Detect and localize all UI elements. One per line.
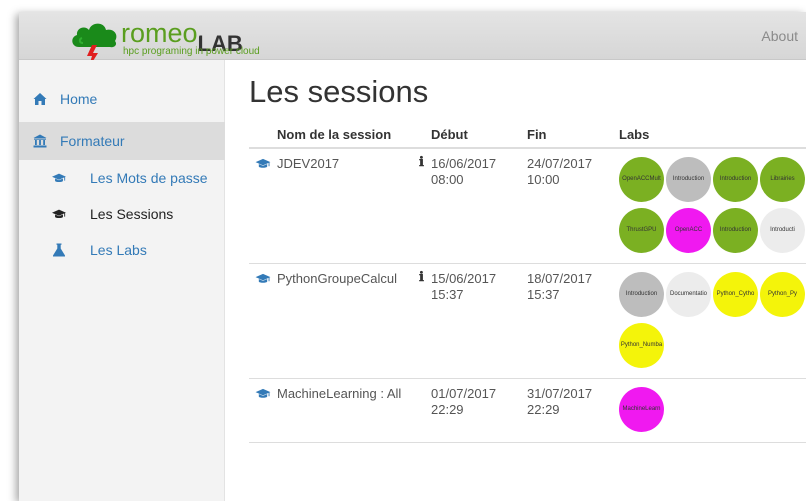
lab-badge[interactable]: Introducti [760,208,805,253]
lab-badge[interactable]: Documentatio [666,272,711,317]
lab-badge[interactable]: Python_Py [760,272,805,317]
labs-list: MachineLearn [619,379,806,442]
session-debut-cell: 15/06/2017 15:37 [431,263,527,379]
table-row[interactable]: PythonGroupeCalcul ℹ 15/06/2017 15:37 18/… [249,263,806,379]
graduation-cap-icon [52,173,66,183]
session-labs-cell: OpenACCMult Introduction Introduction Libra… [619,148,806,264]
debut-time: 08:00 [431,172,464,187]
lab-badge[interactable]: OpenACCMult [619,157,664,202]
fin-date: 24/07/2017 [527,156,593,171]
session-name-cell: MachineLearning : All [277,378,419,443]
labs-list: OpenACCMult Introduction Introduction Libra… [619,149,806,263]
session-icon-cell [249,263,277,379]
session-fin-cell: 24/07/2017 10:00 [527,148,619,264]
info-icon[interactable]: ℹ [419,264,424,285]
lab-badge[interactable]: ThrustGPU [619,208,664,253]
debut-time: 15:37 [431,287,464,302]
lab-badge[interactable]: OpenACC [666,208,711,253]
debut-time: 22:29 [431,402,464,417]
sidebar-item-mots-de-passe[interactable]: Les Mots de passe [19,160,225,196]
sessions-table: Nom de la session Début Fin Labs JDEV201… [249,122,806,443]
header-icon-cell [249,122,277,149]
sidebar: Home Formateur Les Mots de passe Les Ses… [19,60,225,501]
session-labs-cell: MachineLearn [619,378,806,443]
sidebar-item-formateur[interactable]: Formateur [19,122,225,160]
app-window: romeoLAB hpc programing in power cloud A… [19,12,806,501]
nav-about-link[interactable]: About [761,28,798,44]
header-fin: Fin [527,122,619,149]
session-info-cell: ℹ [419,148,431,264]
lab-badge[interactable]: Introduction [713,208,758,253]
lab-badge[interactable]: Python_Numba [619,323,664,368]
sidebar-item-sessions[interactable]: Les Sessions [19,196,225,232]
brand-tagline: hpc programing in power cloud [123,46,260,57]
fin-time: 15:37 [527,287,560,302]
debut-date: 01/07/2017 [431,386,497,401]
flask-icon [53,243,65,257]
lab-badge[interactable]: Introduction [713,157,758,202]
fin-date: 18/07/2017 [527,271,593,286]
institution-icon [33,134,47,148]
sidebar-item-label: Les Mots de passe [90,170,208,186]
session-name-cell: PythonGroupeCalcul [277,263,419,379]
fin-time: 10:00 [527,172,560,187]
main-content: Les sessions Nom de la session Début Fin… [249,60,806,501]
session-name[interactable]: MachineLearning : All [277,379,419,402]
session-debut-cell: 16/06/2017 08:00 [431,148,527,264]
sidebar-item-label: Home [60,91,98,107]
session-debut-cell: 01/07/2017 22:29 [431,378,527,443]
page-title: Les sessions [249,74,429,109]
lab-badge[interactable]: Introduction [666,157,711,202]
session-fin-cell: 18/07/2017 15:37 [527,263,619,379]
session-cap-icon-wrap [255,157,271,173]
session-icon-cell [249,378,277,443]
session-name-cell: JDEV2017 [277,148,419,264]
sidebar-item-label: Les Sessions [90,206,174,222]
session-labs-cell: Introduction Documentatio Python_Cytho Pyth… [619,263,806,379]
sidebar-item-label: Formateur [60,133,125,149]
labs-list: Introduction Documentatio Python_Cytho Pyth… [619,264,806,378]
sidebar-item-home[interactable]: Home [19,80,225,118]
graduation-cap-icon [255,158,271,168]
header-debut: Début [431,122,527,149]
info-icon[interactable]: ℹ [419,149,424,170]
lab-badge[interactable]: Librairies [760,157,805,202]
debut-date: 15/06/2017 [431,271,497,286]
lab-badge[interactable]: Python_Cytho [713,272,758,317]
fin-date: 31/07/2017 [527,386,593,401]
graduation-cap-icon [52,209,66,219]
debut-date: 16/06/2017 [431,156,497,171]
lab-badge[interactable]: MachineLearn [619,387,664,432]
fin-time: 22:29 [527,402,560,417]
session-name[interactable]: PythonGroupeCalcul [277,264,419,287]
header-name: Nom de la session [277,122,419,149]
table-header-row: Nom de la session Début Fin Labs [249,122,806,149]
session-info-cell: ℹ [419,263,431,379]
table-row[interactable]: MachineLearning : All 01/07/2017 22:29 31… [249,378,806,443]
sidebar-item-label: Les Labs [90,242,147,258]
session-cap-icon-wrap [255,272,271,288]
session-cap-icon-wrap [255,387,271,403]
graduation-cap-icon [255,388,271,398]
top-navbar: romeoLAB hpc programing in power cloud A… [19,12,806,69]
home-icon [33,93,47,105]
session-fin-cell: 31/07/2017 22:29 [527,378,619,443]
session-icon-cell [249,148,277,264]
table-row[interactable]: JDEV2017 ℹ 16/06/2017 08:00 24/07/2017 10:… [249,148,806,264]
header-labs: Labs [619,122,806,149]
graduation-cap-icon [255,273,271,283]
header-info-cell [419,122,431,149]
session-info-cell [419,378,431,443]
session-name[interactable]: JDEV2017 [277,149,419,172]
sidebar-item-labs[interactable]: Les Labs [19,232,225,268]
lab-badge[interactable]: Introduction [619,272,664,317]
